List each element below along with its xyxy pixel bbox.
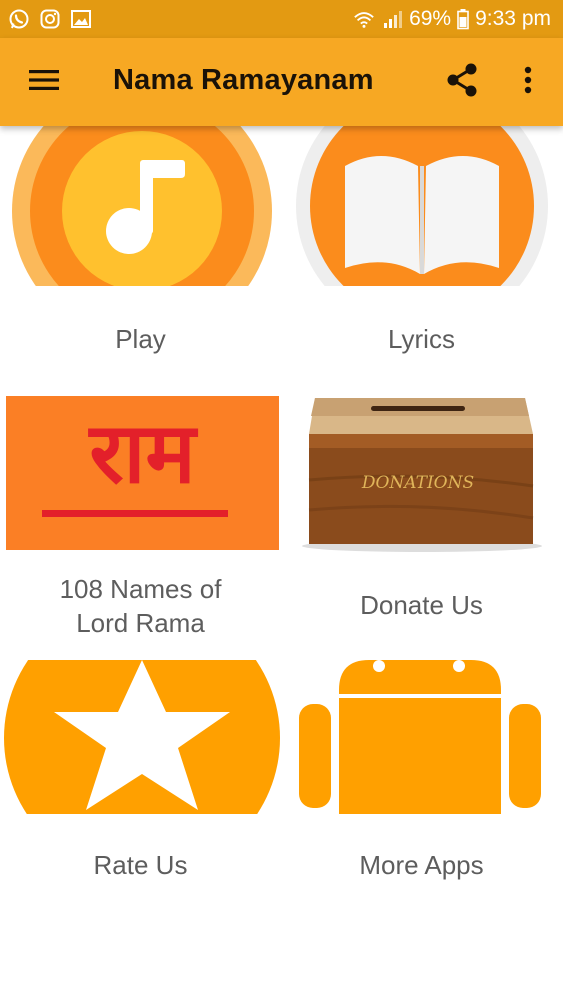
share-button[interactable] <box>440 60 484 104</box>
menu-button[interactable] <box>22 62 66 102</box>
grid-item-label: Play <box>115 324 166 354</box>
app-bar: Nama Ramayanam <box>0 38 563 126</box>
grid-item-label: Lyrics <box>388 324 455 354</box>
grid-item-rate-us[interactable]: Rate Us <box>0 654 281 918</box>
rama-underline <box>42 510 228 517</box>
grid-item-label: Donate Us <box>360 590 483 620</box>
grid-item-more-apps[interactable]: More Apps <box>281 654 562 918</box>
more-vert-icon <box>524 66 532 99</box>
donations-label: DONATIONS <box>361 473 474 493</box>
play-image <box>0 126 281 286</box>
overflow-menu-button[interactable] <box>510 60 546 104</box>
grid-item-label: Rate Us <box>93 850 188 880</box>
book-icon <box>345 156 499 274</box>
grid-item-donate-us[interactable]: DONATIONS Donate Us <box>281 390 562 654</box>
status-bar: 69% 9:33 pm <box>0 0 563 38</box>
battery-icon <box>457 8 469 30</box>
share-icon <box>445 62 479 103</box>
battery-percent: 69% <box>409 7 452 30</box>
grid-item-play[interactable]: Play <box>0 126 281 390</box>
grid-item-108-names[interactable]: राम 108 Names of Lord Rama <box>0 390 281 654</box>
instagram-icon <box>39 8 61 30</box>
signal-icon <box>381 8 403 30</box>
grid-item-lyrics[interactable]: Lyrics <box>281 126 562 390</box>
rama-script-image: राम <box>6 396 279 550</box>
whatsapp-icon <box>8 8 30 30</box>
donation-box-image: DONATIONS <box>281 390 562 554</box>
gallery-icon <box>70 8 92 30</box>
android-image <box>281 660 562 814</box>
notification-icons <box>8 8 92 30</box>
system-status: 69% 9:33 pm <box>353 7 551 31</box>
page-title: Nama Ramayanam <box>113 64 374 96</box>
grid-item-label: 108 Names of Lord Rama <box>59 574 222 638</box>
rama-script-text: राम <box>89 404 196 502</box>
grid-item-label: More Apps <box>359 850 484 880</box>
rate-image <box>0 660 281 814</box>
wifi-icon <box>353 8 375 30</box>
clock: 9:33 pm <box>475 7 551 30</box>
hamburger-menu-icon <box>28 68 60 97</box>
android-icon <box>299 660 541 814</box>
menu-grid: Play Lyrics राम 108 Names of Lord Rama D… <box>0 126 563 1000</box>
lyrics-image <box>281 126 562 286</box>
